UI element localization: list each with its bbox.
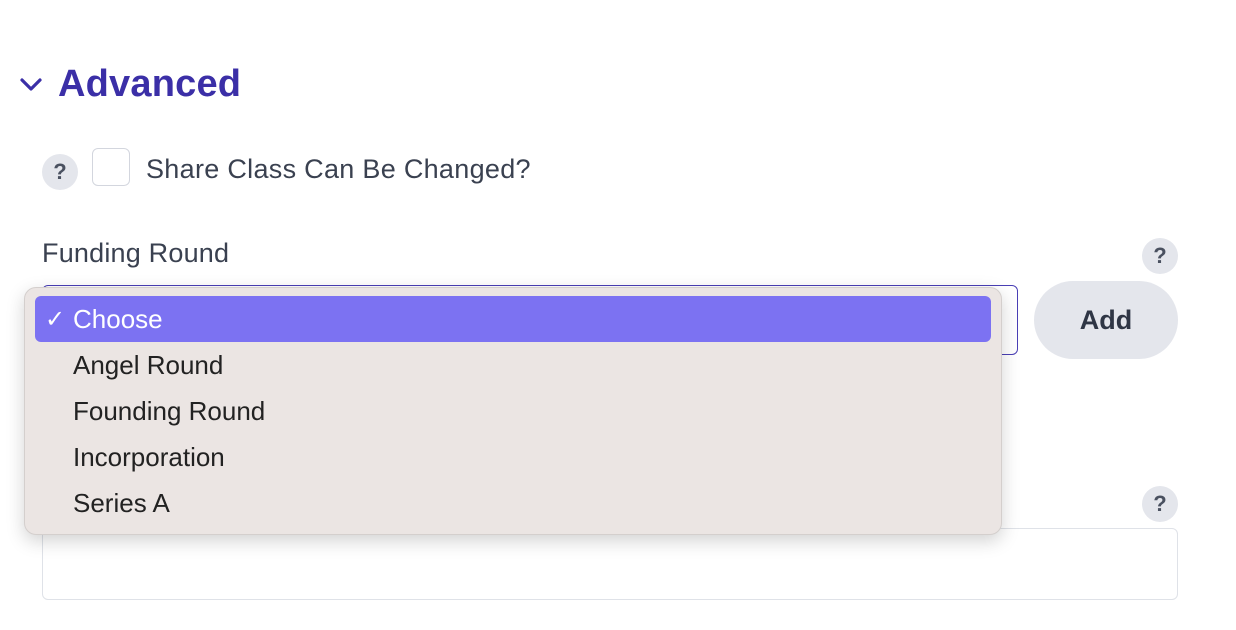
option-label: Series A — [73, 487, 170, 518]
dropdown-option-choose[interactable]: ✓ Choose — [35, 296, 991, 342]
chevron-down-icon — [20, 78, 42, 91]
option-label: Incorporation — [73, 441, 225, 472]
section-title: Advanced — [58, 62, 242, 105]
share-class-checkbox[interactable] — [92, 148, 130, 186]
option-label: Founding Round — [73, 395, 266, 426]
option-label: Angel Round — [73, 349, 224, 380]
dropdown-option-incorporation[interactable]: Incorporation — [35, 434, 991, 480]
funding-round-dropdown-menu: ✓ Choose Angel Round Founding Round Inco… — [24, 287, 1002, 535]
page: Advanced ? Share Class Can Be Changed? F… — [0, 0, 1236, 630]
lower-field-help-icon[interactable]: ? — [1142, 486, 1178, 522]
funding-round-help-icon[interactable]: ? — [1142, 238, 1178, 274]
dropdown-option-series-a[interactable]: Series A — [35, 480, 991, 526]
advanced-section-toggle[interactable]: Advanced — [18, 58, 241, 110]
share-class-label: Share Class Can Be Changed? — [146, 154, 531, 184]
dropdown-option-founding-round[interactable]: Founding Round — [35, 388, 991, 434]
add-funding-round-button[interactable]: Add — [1034, 281, 1178, 359]
option-label: Choose — [73, 303, 163, 334]
funding-round-label: Funding Round — [42, 238, 230, 268]
lower-text-input[interactable] — [42, 528, 1178, 600]
share-class-help-icon[interactable]: ? — [42, 154, 78, 190]
dropdown-option-angel-round[interactable]: Angel Round — [35, 342, 991, 388]
checkmark-icon: ✓ — [45, 305, 66, 333]
